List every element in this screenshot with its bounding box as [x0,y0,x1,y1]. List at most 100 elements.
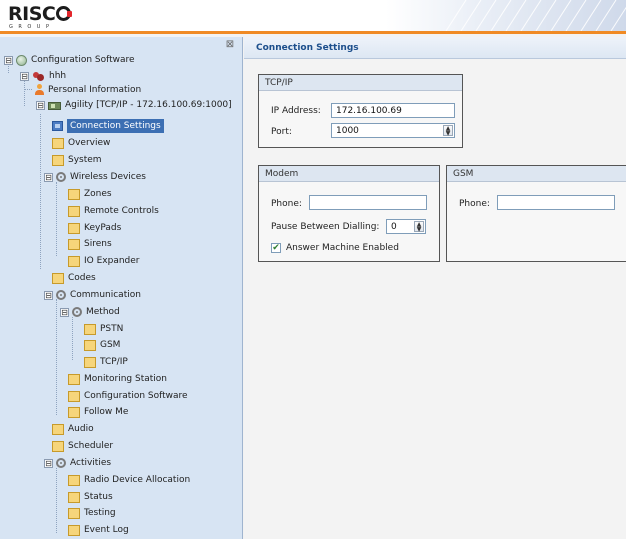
gsm-group: GSM Phone: [446,165,626,262]
tree-item-label: TCP/IP [100,357,128,367]
tree-item-label: Status [84,492,113,502]
tree-item-remote-controls[interactable]: Remote Controls [68,204,159,218]
globe-icon [16,54,27,66]
collapse-toggle-icon[interactable]: ⊟ [44,458,53,468]
tree-item-label: GSM [100,340,121,350]
tcpip-group: TCP/IP IP Address: Port: ▲▼ [258,74,463,148]
collapse-toggle-icon[interactable]: ⊟ [44,290,53,300]
gear-icon [56,172,66,182]
tree-item-activities[interactable]: ⊟ Activities [44,456,111,470]
page-icon [84,323,96,335]
page-icon [68,524,80,536]
tree-item-label: PSTN [100,324,124,334]
navigation-tree: ⊠ ⊟ Configuration Software ⊟ hhh Persona… [0,37,243,539]
tree-item-testing[interactable]: Testing [68,506,116,520]
tree-item-gsm[interactable]: GSM [84,338,120,352]
tree-item-connection-settings[interactable]: Connection Settings [52,119,164,133]
tree-item-label: Agility [TCP/IP - 172.16.100.69:1000] [65,100,232,110]
page-icon [52,137,64,149]
pause-between-dialling-label: Pause Between Dialling: [271,222,380,232]
port-spinner-icon[interactable]: ▲ ▼ [443,125,453,137]
page-icon [68,205,80,217]
tree-item-label: System [68,155,102,165]
collapse-toggle-icon[interactable]: ⊟ [4,55,13,65]
tree-item-overview[interactable]: Overview [52,136,110,150]
tree-item-codes[interactable]: Codes [52,271,96,285]
collapse-toggle-icon[interactable]: ⊟ [60,307,69,317]
tree-item-system[interactable]: System [52,153,102,167]
page-icon [68,373,80,385]
tree-item-label: Connection Settings [67,119,164,133]
tree-item-monitoring-station[interactable]: Monitoring Station [68,372,167,386]
tree-item-zones[interactable]: Zones [68,187,112,201]
gsm-phone-input[interactable] [497,195,615,210]
tree-item-sirens[interactable]: Sirens [68,237,112,251]
tree-item-radio-device-allocation[interactable]: Radio Device Allocation [68,473,190,487]
tree-item-configuration-software[interactable]: Configuration Software [68,389,188,403]
tcpip-group-title: TCP/IP [259,75,462,91]
page-icon [68,188,80,200]
page-icon [68,491,80,503]
users-icon [32,70,45,82]
tree-item-label: Overview [68,138,111,148]
tree-item-scheduler[interactable]: Scheduler [52,439,113,453]
tree-item-communication[interactable]: ⊟ Communication [44,288,141,302]
tree-item-personal-information[interactable]: Personal Information [34,83,141,97]
page-icon [84,356,96,368]
ip-address-input[interactable] [331,103,455,118]
modem-phone-label: Phone: [271,199,302,209]
tree-item-follow-me[interactable]: Follow Me [68,405,128,419]
port-input[interactable] [331,123,455,138]
tree-item-agility[interactable]: ⊟ Agility [TCP/IP - 172.16.100.69:1000] [36,98,232,112]
modem-group-title: Modem [259,166,439,182]
logo-wordmark: RISC [8,3,56,25]
tree-item-label: Monitoring Station [84,374,167,384]
answer-machine-label: Answer Machine Enabled [286,243,399,253]
tree-item-configuration-software-root[interactable]: ⊟ Configuration Software [4,53,135,67]
tree-item-label: Sirens [84,239,112,249]
tree-item-label: Personal Information [48,85,142,95]
tree-item-io-expander[interactable]: IO Expander [68,254,140,268]
tree-item-label: Scheduler [68,441,114,451]
tree-item-label: Configuration Software [84,391,188,401]
tree-item-status[interactable]: Status [68,490,113,504]
tree-item-label: Configuration Software [31,55,135,65]
port-label: Port: [271,127,292,137]
tree-item-label: IO Expander [84,256,140,266]
page-icon [52,154,64,166]
app-header: RISC GROUP [0,0,626,34]
logo-o-icon [56,6,73,21]
page-icon [84,339,96,351]
pause-spinner-icon[interactable]: ▲ ▼ [414,221,424,233]
collapse-toggle-icon[interactable]: ⊟ [36,100,45,110]
tree-item-label: Event Log [84,525,129,535]
tree-item-label: Testing [84,508,116,518]
tree-item-wireless-devices[interactable]: ⊟ Wireless Devices [44,170,146,184]
tree-item-event-log[interactable]: Event Log [68,523,129,537]
collapse-toggle-icon[interactable]: ⊟ [44,172,53,182]
tree-item-hhh[interactable]: ⊟ hhh [20,69,66,83]
page-icon [68,507,80,519]
tree-connector [56,468,57,533]
tree-item-label: Communication [70,290,141,300]
modem-phone-input[interactable] [309,195,427,210]
tree-item-keypads[interactable]: KeyPads [68,221,121,235]
panel-device-icon [48,102,61,110]
risco-logo: RISC GROUP [8,3,73,30]
gear-icon [56,458,66,468]
tree-item-label: Activities [70,458,112,468]
tree-connector [40,114,41,269]
page-icon [52,423,64,435]
tree-item-audio[interactable]: Audio [52,422,94,436]
tree-item-method[interactable]: ⊟ Method [60,305,120,319]
tree-item-label: Remote Controls [84,206,159,216]
tree-item-pstn[interactable]: PSTN [84,322,123,336]
tree-item-label: Wireless Devices [70,172,146,182]
collapse-toggle-icon[interactable]: ⊟ [20,71,29,81]
gsm-group-title: GSM [447,166,626,182]
close-panel-icon[interactable]: ⊠ [224,40,236,50]
content-panel: Connection Settings TCP/IP IP Address: P… [244,37,626,539]
tree-item-tcpip[interactable]: TCP/IP [84,355,128,369]
answer-machine-checkbox[interactable]: ✔ [271,243,281,253]
tree-connector [24,80,25,106]
